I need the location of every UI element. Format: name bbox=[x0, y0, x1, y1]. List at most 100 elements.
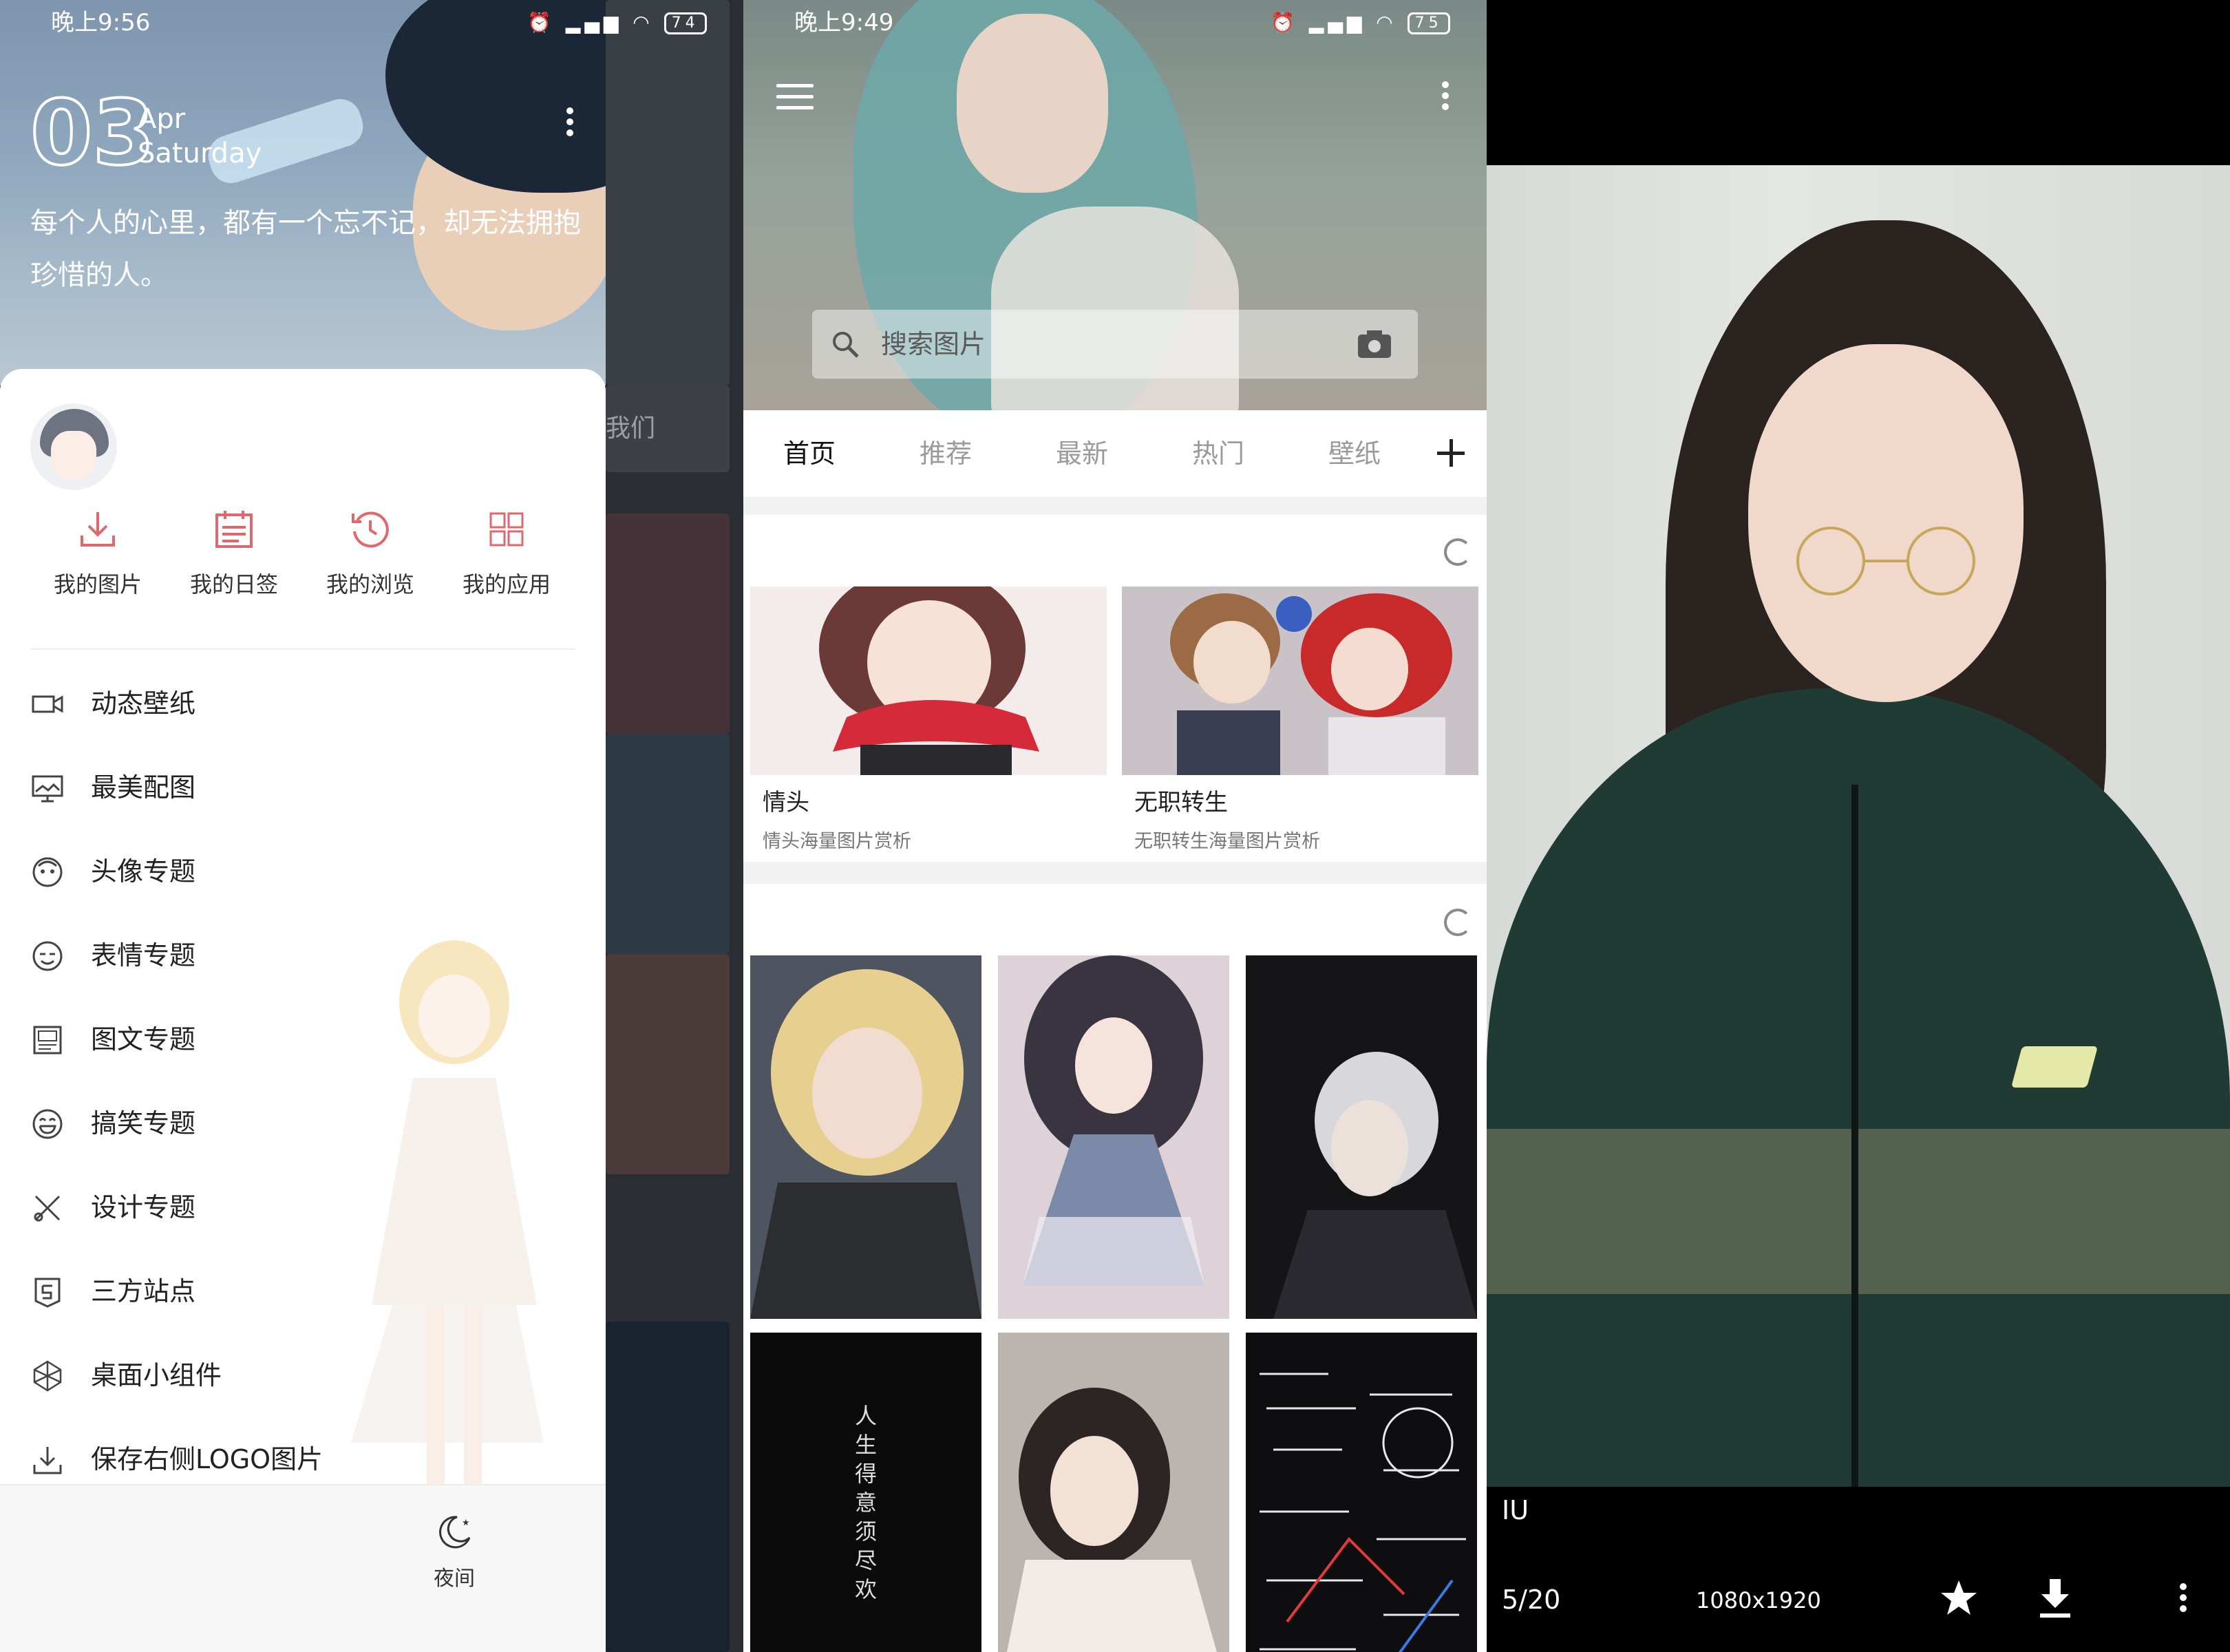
menu-item-label: 表情专题 bbox=[91, 940, 196, 971]
night-mode-label: 夜间 bbox=[434, 1567, 475, 1591]
avatar-icon bbox=[30, 855, 65, 889]
image-viewer-screen: IU 5/20 1080x1920 bbox=[1487, 0, 2230, 1652]
menu-item-avatar-topic[interactable]: 头像专题 bbox=[30, 844, 443, 899]
search-icon bbox=[833, 332, 859, 358]
camera-icon[interactable] bbox=[1356, 328, 1393, 361]
quick-action-label: 我的浏览 bbox=[326, 571, 414, 597]
menu-item-third-party-sites[interactable]: 三方站点 bbox=[30, 1264, 443, 1319]
menu-item-save-logo-image[interactable]: 保存右侧LOGO图片 bbox=[30, 1432, 443, 1487]
menu-item-design-topic[interactable]: 设计专题 bbox=[30, 1180, 443, 1235]
menu-item-label: 动态壁纸 bbox=[91, 688, 196, 719]
quick-action-label: 我的图片 bbox=[53, 571, 142, 597]
menu-item-funny-topic[interactable]: 搞笑专题 bbox=[30, 1096, 443, 1151]
date-day: 03 bbox=[29, 81, 156, 185]
image-thumb[interactable] bbox=[998, 1333, 1229, 1652]
search-input[interactable]: 搜索图片 bbox=[881, 310, 986, 379]
download-icon[interactable] bbox=[2035, 1576, 2076, 1620]
add-tab-icon[interactable] bbox=[1429, 431, 1473, 475]
topic-card-mushoku-tensei[interactable]: 无职转生 无职转生海量图片赏析 bbox=[1122, 586, 1478, 862]
laugh-icon bbox=[30, 1107, 65, 1141]
menu-icon[interactable] bbox=[776, 84, 814, 117]
menu-item-image-text-topic[interactable]: 图文专题 bbox=[30, 1012, 443, 1067]
wifi-icon: ◠ bbox=[633, 11, 654, 34]
tab-latest[interactable]: 最新 bbox=[1056, 410, 1108, 497]
video-icon bbox=[30, 687, 65, 721]
moon-icon bbox=[439, 1516, 471, 1549]
zipper-illustration bbox=[1851, 785, 1858, 1487]
menu-item-best-images[interactable]: 最美配图 bbox=[30, 760, 443, 815]
menu-item-emoji-topic[interactable]: 表情专题 bbox=[30, 928, 443, 983]
download-icon bbox=[75, 507, 120, 552]
tab-home[interactable]: 首页 bbox=[783, 410, 836, 497]
image-thumb-poster[interactable]: 人生得意须尽欢 bbox=[750, 1333, 981, 1652]
image-thumb[interactable] bbox=[1246, 1333, 1477, 1652]
menu-item-desktop-widgets[interactable]: 桌面小组件 bbox=[30, 1348, 443, 1403]
save-icon bbox=[30, 1443, 65, 1477]
status-bar: 晚上9:56 ⏰ ▂▄▆ ◠ 74 bbox=[0, 0, 743, 45]
glasses-illustration bbox=[1796, 527, 1975, 595]
search-bar[interactable]: 搜索图片 bbox=[812, 310, 1418, 379]
alarm-icon: ⏰ bbox=[527, 11, 555, 34]
status-icons: ⏰ ▂▄▆ ◠ 74 bbox=[527, 0, 707, 45]
status-bar: 晚上9:49 ⏰ ▂▄▆ ◠ 75 bbox=[743, 0, 1487, 45]
menu-item-label: 保存右侧LOGO图片 bbox=[91, 1444, 323, 1474]
menu-item-label: 最美配图 bbox=[91, 772, 196, 803]
drawer-screen: 我们 晚上9:56 ⏰ ▂▄▆ ◠ 74 03 Apr Saturday 每个人… bbox=[0, 0, 743, 1652]
tab-recommended[interactable]: 推荐 bbox=[920, 410, 972, 497]
widget-icon bbox=[30, 1359, 65, 1393]
quick-action-my-sign[interactable]: 我的日签 bbox=[165, 507, 303, 599]
quick-action-my-history[interactable]: 我的浏览 bbox=[301, 507, 439, 599]
topic-card-image bbox=[1122, 586, 1478, 775]
image-thumb[interactable] bbox=[1246, 955, 1477, 1319]
date-weekday: Saturday bbox=[138, 138, 262, 169]
tab-popular[interactable]: 热门 bbox=[1192, 410, 1244, 497]
divider bbox=[30, 648, 575, 650]
status-time: 晚上9:49 bbox=[794, 9, 894, 36]
site-icon bbox=[30, 1275, 65, 1309]
menu-item-label: 三方站点 bbox=[91, 1276, 196, 1306]
menu-item-label: 头像专题 bbox=[91, 856, 196, 887]
drawer-footer: 夜间 bbox=[0, 1484, 606, 1652]
image-title: IU bbox=[1502, 1495, 1529, 1525]
refresh-icon[interactable] bbox=[1444, 909, 1472, 936]
history-icon bbox=[348, 507, 393, 552]
topic-card-subtitle: 无职转生海量图片赏析 bbox=[1134, 831, 1320, 852]
monitor-icon bbox=[30, 771, 65, 805]
topic-card-couple-avatars[interactable]: 情头 情头海量图片赏析 bbox=[750, 586, 1107, 862]
menu-item-live-wallpaper[interactable]: 动态壁纸 bbox=[30, 676, 443, 731]
side-drawer: 我的图片 我的日签 我的浏览 我的应用 动态壁纸 最美配图 头像专题 表情专题 … bbox=[0, 369, 606, 1652]
menu-item-label: 桌面小组件 bbox=[91, 1360, 222, 1390]
topic-card-image bbox=[750, 586, 1107, 775]
topic-card-title: 情头 bbox=[763, 789, 809, 816]
fullscreen-photo[interactable] bbox=[1487, 165, 2230, 1487]
image-index: 5/20 bbox=[1502, 1585, 1561, 1615]
topic-card-subtitle: 情头海量图片赏析 bbox=[763, 831, 911, 852]
signal-icon: ▂▄▆ bbox=[1308, 11, 1366, 34]
category-tabs: 首页 推荐 最新 热门 壁纸 bbox=[743, 410, 1487, 497]
image-thumb[interactable] bbox=[750, 955, 981, 1319]
wifi-icon: ◠ bbox=[1376, 11, 1397, 34]
avatar[interactable] bbox=[30, 403, 117, 490]
menu-item-label: 设计专题 bbox=[91, 1192, 196, 1222]
more-icon[interactable] bbox=[2178, 1579, 2189, 1616]
refresh-icon[interactable] bbox=[1444, 538, 1472, 566]
more-icon[interactable] bbox=[564, 103, 575, 140]
quick-action-label: 我的日签 bbox=[189, 571, 278, 597]
date-month: Apr bbox=[138, 103, 186, 135]
poster-text: 人生得意须尽欢 bbox=[854, 1403, 877, 1602]
image-thumb[interactable] bbox=[998, 955, 1229, 1319]
emoji-icon bbox=[30, 939, 65, 973]
night-mode-button[interactable]: 夜间 bbox=[385, 1512, 523, 1591]
quick-action-my-apps[interactable]: 我的应用 bbox=[438, 507, 575, 599]
home-screen: 晚上9:49 ⏰ ▂▄▆ ◠ 75 搜索图片 首页 推荐 最新 热门 壁纸 情头… bbox=[743, 0, 1487, 1652]
behind-screen-strip: 我们 bbox=[606, 0, 743, 1652]
alarm-icon: ⏰ bbox=[1271, 11, 1299, 34]
daily-quote: 每个人的心里，都有一个忘不记，却无法拥抱珍惜的人。 bbox=[30, 207, 581, 291]
image-text-icon bbox=[30, 1023, 65, 1057]
menu-item-label: 图文专题 bbox=[91, 1024, 196, 1055]
quick-action-my-images[interactable]: 我的图片 bbox=[29, 507, 167, 599]
tab-wallpaper[interactable]: 壁纸 bbox=[1328, 410, 1381, 497]
more-icon[interactable] bbox=[1440, 77, 1451, 114]
favorite-star-icon[interactable] bbox=[1938, 1578, 1979, 1619]
status-time: 晚上9:56 bbox=[51, 9, 151, 36]
